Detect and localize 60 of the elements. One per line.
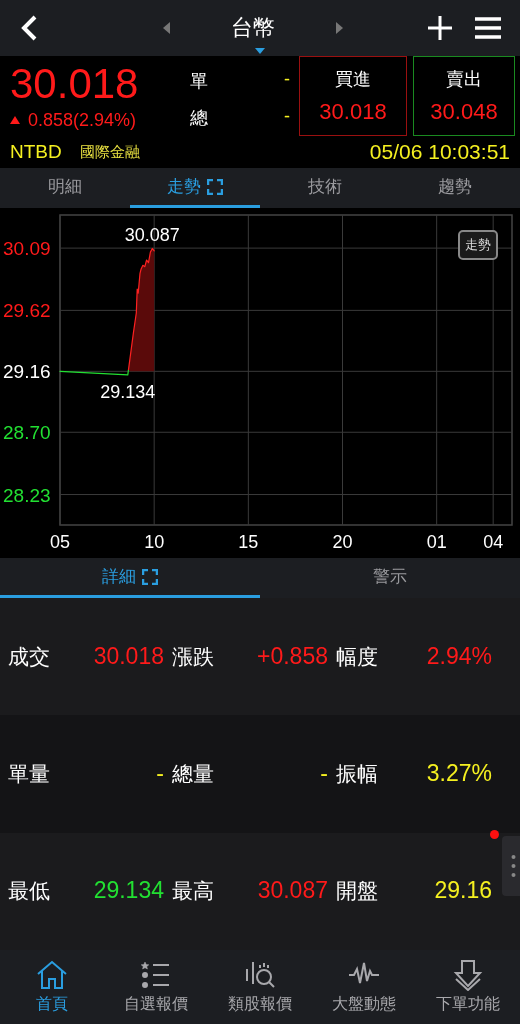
stat-value: - [156, 760, 164, 788]
symbol-name: 國際金融 [79, 142, 141, 162]
stat-value: 29.16 [434, 877, 492, 906]
stat-label: 開盤 [336, 878, 378, 905]
price-change: 0.858(2.94%) [28, 109, 137, 131]
tab[interactable]: 技術 [260, 168, 390, 208]
x-axis-label: 04 [483, 532, 504, 552]
stat-label: 幅度 [336, 643, 378, 670]
stat-value: 29.134 [93, 877, 164, 906]
field-value: - [284, 68, 290, 91]
symbol-code: NTBD [10, 141, 62, 163]
quote-time: 05/06 10:03:51 [369, 140, 511, 164]
stat-value: - [320, 760, 328, 788]
y-axis-label: 29.62 [3, 300, 51, 322]
nav-item[interactable]: 自選報價 [104, 958, 208, 1016]
stat-value: +0.858 [257, 642, 328, 671]
x-axis-label: 20 [332, 532, 353, 552]
y-axis-label: 30.09 [3, 238, 51, 260]
buy-button[interactable]: 買進 30.018 [299, 56, 407, 136]
nav-item[interactable]: 首頁 [0, 958, 104, 1016]
field-value: - [284, 105, 290, 128]
stat-value: 30.087 [257, 877, 328, 906]
nav-item[interactable]: 大盤動態 [312, 958, 416, 1016]
field-label: 單 [190, 69, 208, 93]
x-axis-label: 10 [144, 532, 165, 552]
dropdown-icon [255, 48, 265, 54]
sell-button[interactable]: 賣出 30.048 [413, 56, 515, 136]
stat-label: 最低 [8, 878, 50, 905]
stat-label: 單量 [8, 761, 50, 787]
y-axis-label: 29.16 [3, 361, 51, 383]
stat-value: 2.94% [426, 642, 492, 671]
nav-item[interactable]: 類股報價 [208, 958, 312, 1016]
field-label: 總 [190, 106, 208, 130]
stat-label: 總量 [172, 761, 214, 787]
stat-label: 振幅 [336, 761, 378, 787]
last-price: 30.018 [10, 61, 140, 106]
stat-label: 漲跌 [172, 643, 214, 670]
price-annotation: 29.134 [100, 381, 156, 402]
home-icon [35, 959, 69, 991]
x-axis-label: 01 [426, 532, 447, 552]
tab[interactable]: 警示 [260, 558, 520, 598]
triangle-icon [10, 116, 20, 124]
stat-value: 3.27% [426, 760, 492, 788]
x-axis-label: 05 [50, 532, 70, 552]
stat-label: 最高 [172, 878, 214, 905]
currency-title[interactable]: 台幣 [231, 13, 275, 43]
y-axis-label: 28.23 [3, 484, 51, 506]
tab[interactable]: 明細 [0, 168, 130, 208]
tab[interactable]: 趨勢 [390, 168, 520, 208]
side-handle[interactable] [502, 836, 520, 896]
chart-mode-button[interactable]: 走勢 [458, 230, 498, 260]
y-axis-label: 28.70 [3, 422, 51, 444]
stat-value: 30.018 [93, 642, 164, 671]
dots-icon [511, 854, 516, 878]
x-axis-label: 15 [238, 532, 259, 552]
arrow-down-icon [451, 959, 485, 991]
notification-dot-icon [490, 830, 499, 839]
stat-label: 成交 [8, 643, 50, 670]
price-annotation: 30.087 [124, 224, 180, 245]
nav-item[interactable]: 下單功能 [416, 958, 520, 1016]
